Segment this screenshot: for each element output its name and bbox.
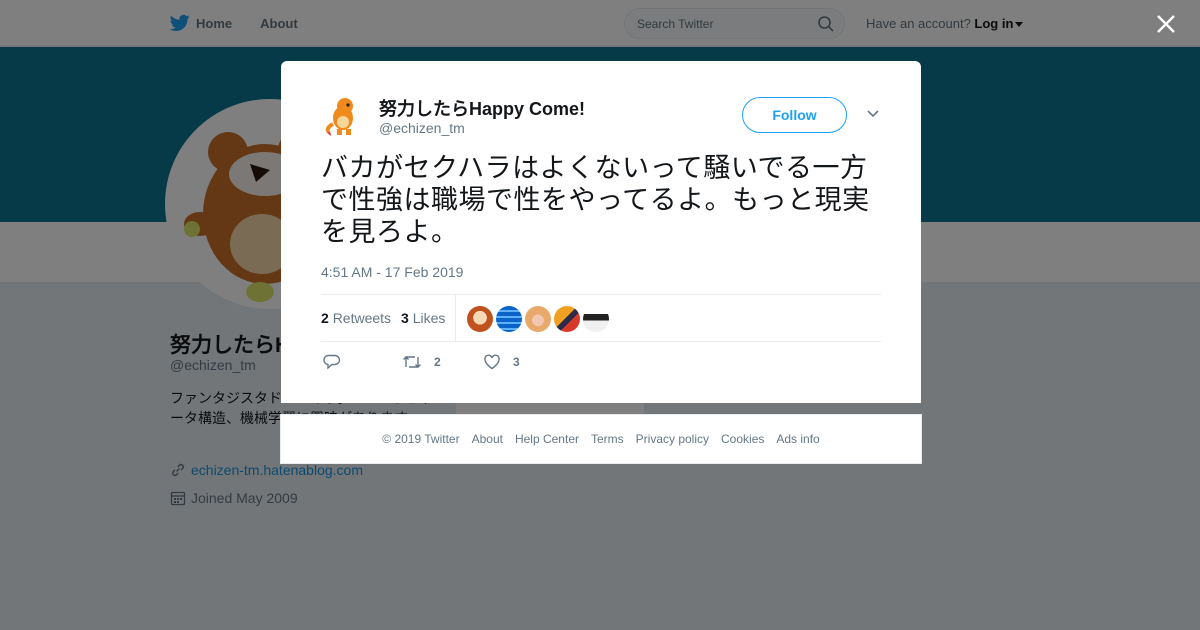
stats-divider bbox=[455, 295, 456, 341]
tweet-text: バカがセクハラはよくないって騒いでる一方で性強は職場で性をやってるよ。もっと現実… bbox=[321, 153, 870, 248]
tweet-modal: 努力したらHappy Come! @echizen_tm Follow バカがセ… bbox=[281, 61, 921, 403]
chevron-down-icon[interactable] bbox=[866, 109, 880, 119]
footer-copyright: © 2019 Twitter bbox=[382, 432, 460, 446]
likes-label: Likes bbox=[412, 310, 446, 326]
close-icon[interactable] bbox=[1154, 12, 1178, 36]
footer-link-about[interactable]: About bbox=[472, 432, 503, 446]
blonde-girl-avatar[interactable] bbox=[525, 306, 551, 332]
retweet-action[interactable]: 2 bbox=[402, 353, 441, 371]
anime-girl-avatar[interactable] bbox=[467, 306, 493, 332]
liker-avatars bbox=[467, 306, 612, 332]
retweets-label: Retweets bbox=[332, 310, 392, 326]
like-action[interactable]: 3 bbox=[483, 353, 520, 371]
footer-link-cookies[interactable]: Cookies bbox=[721, 432, 764, 446]
tweet-timestamp[interactable]: 4:51 AM - 17 Feb 2019 bbox=[321, 264, 463, 280]
masked-hero-avatar[interactable] bbox=[554, 306, 580, 332]
retweets-count: 2 bbox=[321, 310, 329, 326]
tweet-author-handle[interactable]: @echizen_tm bbox=[379, 120, 465, 136]
tweet-stats: 2 Retweets 3 Likes bbox=[321, 294, 881, 342]
reply-icon bbox=[323, 354, 341, 370]
retweet-count: 2 bbox=[434, 355, 441, 369]
orange-dino-mascot-image bbox=[321, 94, 367, 140]
tweet-author-name[interactable]: 努力したらHappy Come! bbox=[379, 95, 585, 121]
heart-icon bbox=[484, 354, 500, 370]
like-count: 3 bbox=[513, 355, 520, 369]
footer-link-help-center[interactable]: Help Center bbox=[515, 432, 579, 446]
tweet-actions: 2 3 bbox=[321, 353, 621, 373]
footer-link-privacy[interactable]: Privacy policy bbox=[636, 432, 709, 446]
dark-hat-avatar[interactable] bbox=[583, 306, 609, 332]
reply-action[interactable] bbox=[323, 353, 353, 371]
retweet-icon bbox=[403, 356, 421, 368]
footer-link-ads-info[interactable]: Ads info bbox=[776, 432, 819, 446]
likes-stat[interactable]: 3 Likes bbox=[401, 310, 445, 326]
follow-button[interactable]: Follow bbox=[742, 97, 847, 133]
modal-footer: © 2019 Twitter About Help Center Terms P… bbox=[280, 414, 922, 464]
footer-link-terms[interactable]: Terms bbox=[591, 432, 624, 446]
likes-count: 3 bbox=[401, 310, 409, 326]
tweet-author-avatar[interactable] bbox=[321, 94, 367, 140]
retweets-stat[interactable]: 2 Retweets bbox=[321, 310, 391, 326]
blue-globe-avatar[interactable] bbox=[496, 306, 522, 332]
